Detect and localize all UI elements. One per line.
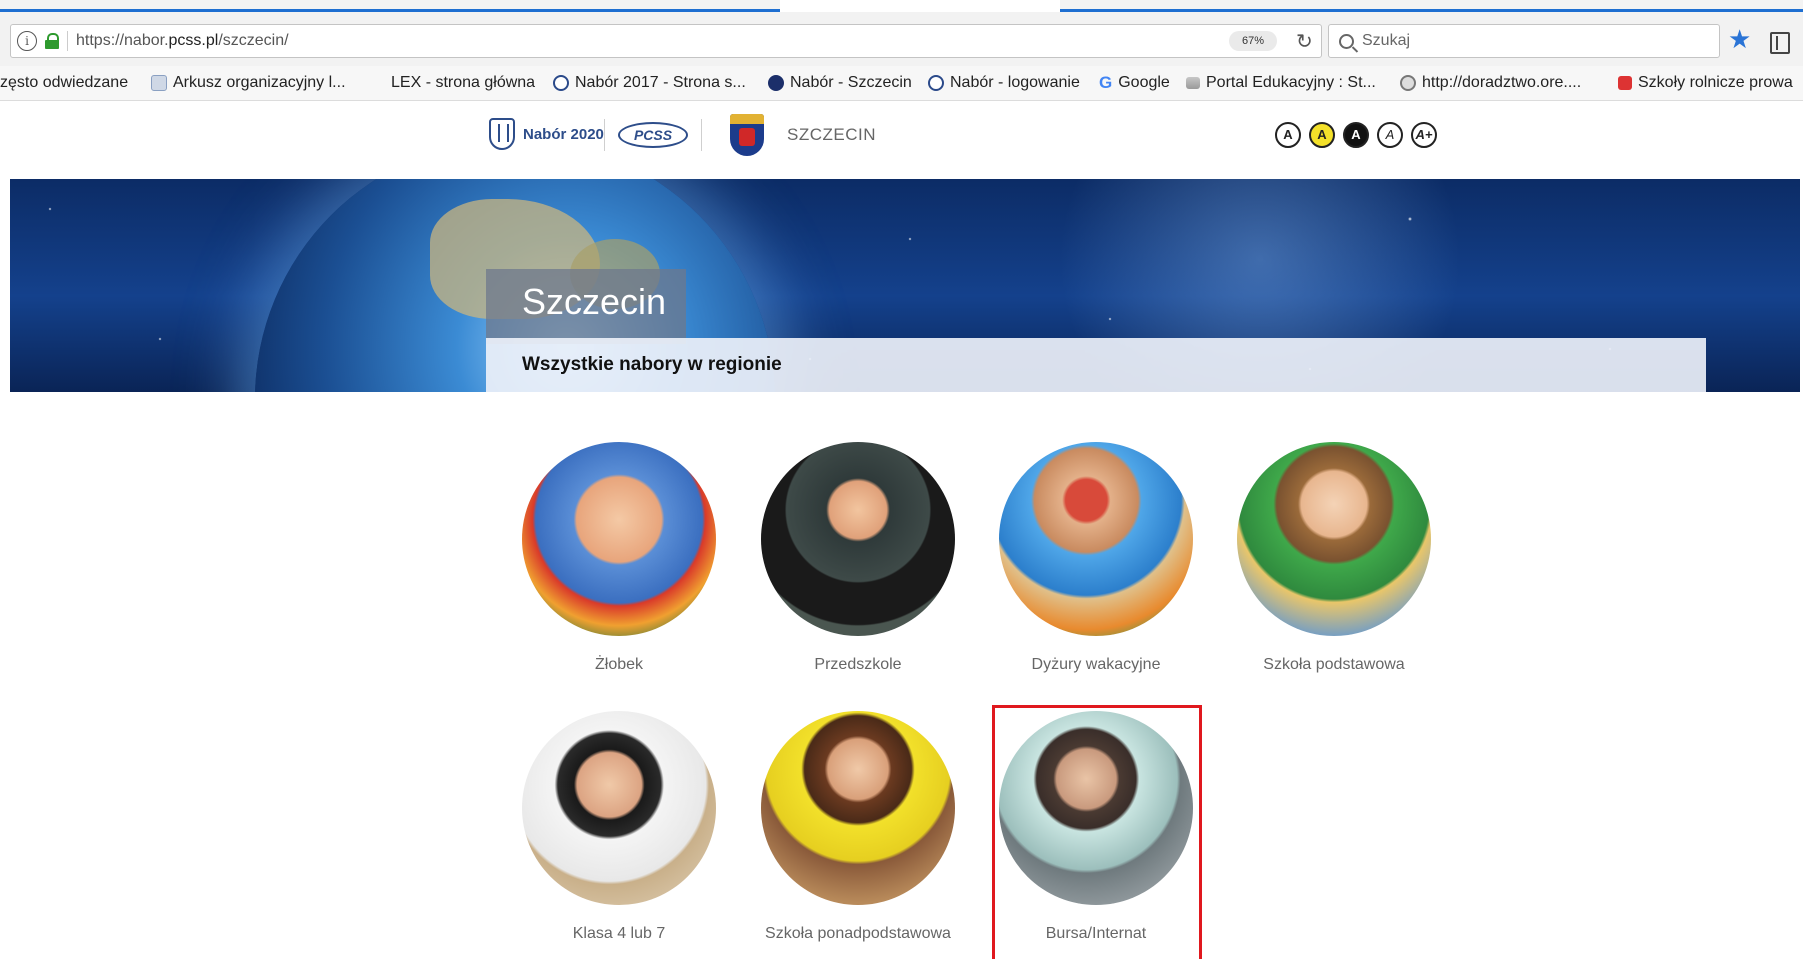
contrast-default-button[interactable]: A <box>1275 122 1301 148</box>
nabor-logo[interactable]: Nabór 2020 <box>489 118 604 150</box>
tile-szkola-ponadpodstawowa[interactable]: Szkoła ponadpodstawowa <box>748 711 968 943</box>
bookmark-item[interactable]: Nabór - logowanie <box>928 74 1080 92</box>
reload-icon[interactable]: ↻ <box>1296 29 1313 54</box>
tile-dyzury-wakacyjne[interactable]: Dyżury wakacyjne <box>986 442 1206 674</box>
bookmark-label: Nabór - logowanie <box>950 74 1080 91</box>
tile-image[interactable] <box>761 711 955 905</box>
pcss-logo[interactable]: PCSS <box>618 122 688 148</box>
font-normal-button[interactable]: A <box>1377 122 1403 148</box>
font-larger-button[interactable]: A+ <box>1411 122 1437 148</box>
globe-icon <box>1400 75 1416 91</box>
url-prefix: https://nabor. <box>76 32 169 49</box>
bookmark-item[interactable]: Arkusz organizacyjny l... <box>151 74 346 92</box>
tile-zlobek[interactable]: Żłobek <box>509 442 729 674</box>
bookmark-star-icon[interactable]: ★ <box>1728 26 1751 52</box>
bookmark-item[interactable]: Szkoły rolnicze prowa <box>1618 74 1793 92</box>
tile-przedszkole[interactable]: Przedszkole <box>748 442 968 674</box>
contrast-yellow-button[interactable]: A <box>1309 122 1335 148</box>
nabor-icon <box>553 75 569 91</box>
tile-image[interactable] <box>522 442 716 636</box>
lock-icon[interactable] <box>45 33 59 49</box>
bookmark-item[interactable]: LEX - strona główna <box>391 74 535 92</box>
tile-label[interactable]: Szkoła podstawowa <box>1224 656 1444 674</box>
bookmark-label: Google <box>1118 74 1170 91</box>
bookmark-label: Portal Edukacyjny : St... <box>1206 74 1376 91</box>
tile-label[interactable]: Żłobek <box>509 656 729 674</box>
navigation-toolbar: i https://nabor.pcss.pl/szczecin/ 67% ↻ … <box>0 12 1803 67</box>
tile-label[interactable]: Szkoła ponadpodstawowa <box>748 925 968 943</box>
contrast-dark-button[interactable]: A <box>1343 122 1369 148</box>
doc-icon <box>151 75 167 91</box>
city-label: SZCZECIN <box>787 125 876 144</box>
nabor-shield-icon <box>489 118 515 150</box>
tile-image[interactable] <box>522 711 716 905</box>
bookmark-label: Arkusz organizacyjny l... <box>173 74 346 91</box>
header-divider <box>604 119 605 151</box>
portal-icon <box>1186 77 1200 89</box>
tab-strip <box>0 0 1803 12</box>
bookmark-label: http://doradztwo.ore.... <box>1422 74 1582 91</box>
tile-label[interactable]: Dyżury wakacyjne <box>986 656 1206 674</box>
zoom-indicator[interactable]: 67% <box>1229 31 1277 51</box>
info-icon[interactable]: i <box>17 31 37 51</box>
search-icon <box>1339 33 1354 49</box>
bookmark-item[interactable]: Nabór - Szczecin <box>768 74 912 92</box>
address-bar[interactable]: i https://nabor.pcss.pl/szczecin/ 67% ↻ <box>10 24 1322 58</box>
contrast-controls: A A A A A+ <box>1275 122 1437 148</box>
tile-szkola-podstawowa[interactable]: Szkoła podstawowa <box>1224 442 1444 674</box>
hero-title: Szczecin <box>522 281 667 322</box>
bookmark-label: Nabór 2017 - Strona s... <box>575 74 746 91</box>
bookmark-item[interactable]: Nabór 2017 - Strona s... <box>553 74 746 92</box>
bookmark-item[interactable]: G Google <box>1099 74 1170 92</box>
bookmark-label: Szkoły rolnicze prowa <box>1638 74 1793 91</box>
tile-image[interactable] <box>999 442 1193 636</box>
tile-klasa-4-lub-7[interactable]: Klasa 4 lub 7 <box>509 711 729 943</box>
url-path: /szczecin/ <box>218 32 289 49</box>
url-text[interactable]: https://nabor.pcss.pl/szczecin/ <box>76 32 289 50</box>
bookmark-label: LEX - strona główna <box>391 74 536 91</box>
bookmark-item[interactable]: Portal Edukacyjny : St... <box>1186 74 1376 92</box>
active-tab[interactable] <box>780 0 1060 12</box>
search-placeholder: Szukaj <box>1362 32 1411 49</box>
url-separator <box>67 31 68 51</box>
tile-label[interactable]: Klasa 4 lub 7 <box>509 925 729 943</box>
google-icon: G <box>1099 73 1113 92</box>
header-divider <box>701 119 702 151</box>
tile-label[interactable]: Przedszkole <box>748 656 968 674</box>
bookmark-label: Nabór - Szczecin <box>790 74 912 91</box>
tile-image[interactable] <box>1237 442 1431 636</box>
search-input[interactable]: Szukaj <box>1328 24 1720 58</box>
bookmarks-toolbar: zęsto odwiedzane Arkusz organizacyjny l.… <box>0 66 1803 101</box>
bookmark-item[interactable]: http://doradztwo.ore.... <box>1400 74 1581 92</box>
hero-subtitle: Wszystkie nabory w regionie <box>522 354 782 375</box>
nabor-dark-icon <box>768 75 784 91</box>
red-icon <box>1618 76 1632 90</box>
nabor-icon <box>928 75 944 91</box>
szczecin-crest-icon <box>730 114 764 156</box>
bookmark-item[interactable]: zęsto odwiedzane <box>0 74 128 92</box>
url-domain: pcss.pl <box>168 32 219 49</box>
reader-view-icon[interactable] <box>1770 32 1790 54</box>
bookmark-label: zęsto odwiedzane <box>0 74 129 91</box>
tile-image[interactable] <box>761 442 955 636</box>
nabor-logo-text: Nabór 2020 <box>523 125 604 143</box>
site-header: Nabór 2020 PCSS SZCZECIN A A A A A+ <box>0 101 1803 179</box>
hero-banner: Szczecin Wszystkie nabory w regionie <box>10 179 1800 392</box>
highlight-box <box>992 705 1202 959</box>
